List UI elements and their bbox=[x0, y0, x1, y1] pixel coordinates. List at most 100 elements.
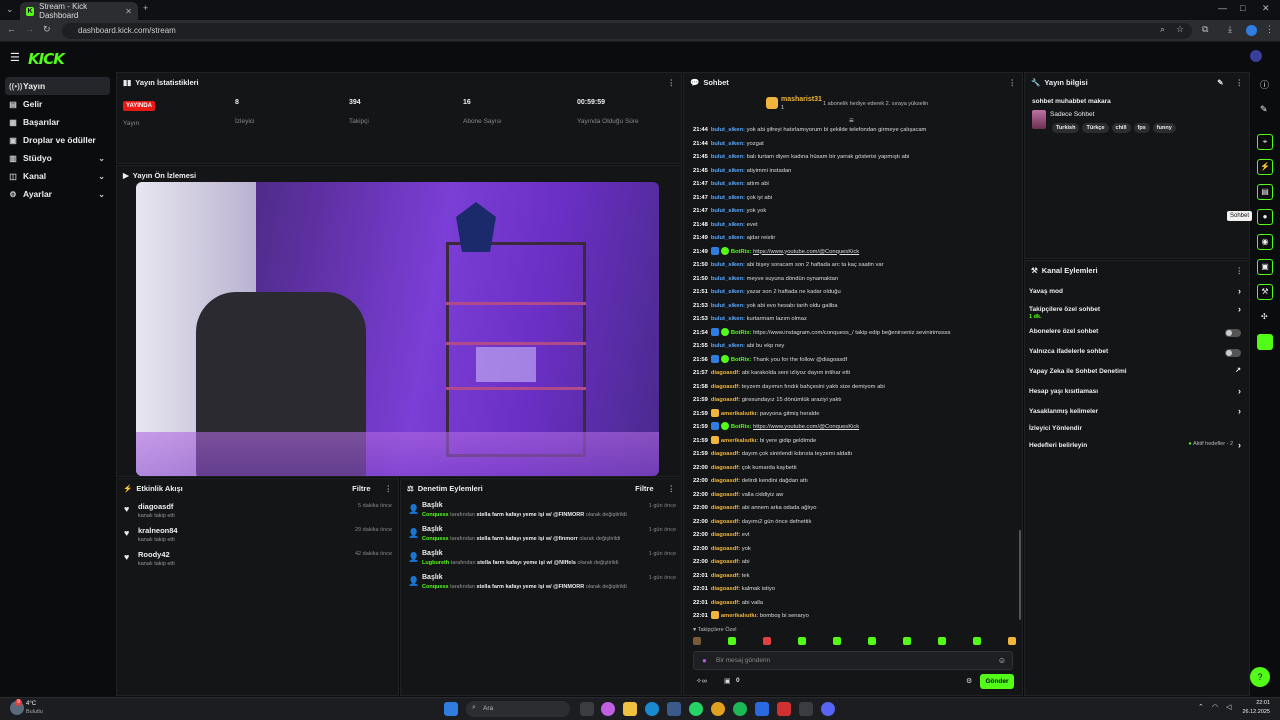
emote-icon[interactable] bbox=[1008, 637, 1016, 645]
emote-icon[interactable] bbox=[833, 637, 841, 645]
sidebar-item-ayarlar[interactable]: ⚙ Ayarlar ⌄ bbox=[5, 185, 110, 203]
discord-icon[interactable] bbox=[821, 702, 835, 716]
info-icon[interactable]: ⓘ bbox=[1260, 78, 1269, 91]
more-options-icon[interactable]: ⋮ bbox=[668, 484, 676, 493]
activity-user[interactable]: kralneon84 bbox=[138, 526, 178, 535]
tab-list-icon[interactable]: ⌄ bbox=[6, 4, 14, 15]
sidebar-item-droplar[interactable]: ▣ Droplar ve ödüller bbox=[5, 131, 110, 149]
windows-start-icon[interactable] bbox=[444, 702, 458, 716]
chat-username[interactable]: BotRix: bbox=[731, 249, 752, 255]
more-options-icon[interactable]: ⋮ bbox=[1009, 78, 1017, 87]
new-tab-icon[interactable]: + bbox=[143, 3, 148, 13]
widget-doc-icon[interactable]: ▤ bbox=[1257, 184, 1273, 200]
filter-button[interactable]: Filtre bbox=[635, 484, 653, 493]
chat-username[interactable]: bulut_siken: bbox=[711, 289, 745, 295]
chat-input-placeholder[interactable]: Bir mesaj gönderin bbox=[716, 657, 770, 664]
more-options-icon[interactable]: ⋮ bbox=[1236, 266, 1244, 275]
help-icon[interactable]: ? bbox=[1250, 667, 1270, 687]
profile-avatar[interactable] bbox=[1246, 25, 1257, 36]
chat-username[interactable]: diagoasdf: bbox=[711, 478, 740, 484]
chat-username[interactable]: diagoasdf: bbox=[711, 505, 740, 511]
close-tab-icon[interactable]: ✕ bbox=[125, 7, 132, 16]
channel-action-item[interactable]: Yasaklanmış kelimeler › bbox=[1029, 406, 1245, 424]
moderator-name[interactable]: Lugbureth bbox=[422, 560, 449, 566]
forward-icon[interactable]: → bbox=[25, 24, 34, 34]
chat-username[interactable]: bulut_siken: bbox=[711, 343, 745, 349]
chat-settings-icon[interactable]: ⚙ bbox=[966, 677, 972, 685]
stream-preview-video[interactable] bbox=[136, 182, 659, 476]
activity-user[interactable]: Roody42 bbox=[138, 550, 170, 559]
chat-username[interactable]: bulut_siken: bbox=[711, 154, 745, 160]
active-widget-icon[interactable] bbox=[1257, 334, 1273, 350]
clock-time[interactable]: 22:01 bbox=[1244, 700, 1270, 706]
more-options-icon[interactable]: ⋮ bbox=[668, 78, 676, 87]
filter-button[interactable]: Filtre bbox=[352, 484, 370, 493]
toggle-switch[interactable] bbox=[1225, 329, 1241, 337]
close-window-icon[interactable]: ✕ bbox=[1262, 3, 1270, 14]
chat-username[interactable]: diagoasdf: bbox=[711, 519, 740, 525]
bookmark-star-icon[interactable]: ☆ bbox=[1176, 24, 1184, 35]
sidebar-item-kanal[interactable]: ◫ Kanal ⌄ bbox=[5, 167, 110, 185]
channel-action-item[interactable]: Hesap yaşı kısıtlaması › bbox=[1029, 386, 1245, 404]
wifi-icon[interactable]: ◠ bbox=[1212, 703, 1218, 711]
emote-icon[interactable] bbox=[938, 637, 946, 645]
chat-username[interactable]: diagoasdf: bbox=[711, 397, 740, 403]
chat-username[interactable]: bulut_siken: bbox=[711, 262, 745, 268]
chat-username[interactable]: diagoasdf: bbox=[711, 451, 740, 457]
more-options-icon[interactable]: ⋮ bbox=[385, 484, 393, 493]
chat-username[interactable]: diagoasdf: bbox=[711, 586, 740, 592]
pinned-user[interactable]: masharist31 bbox=[781, 96, 822, 103]
more-options-icon[interactable]: ⋮ bbox=[1236, 78, 1244, 87]
chat-username[interactable]: bulut_siken: bbox=[711, 303, 745, 309]
app-icon[interactable] bbox=[777, 702, 791, 716]
widget-mod-icon[interactable]: ▣ bbox=[1257, 259, 1273, 275]
channel-action-item[interactable]: Yapay Zeka ile Sohbet Denetimi ↗ bbox=[1029, 366, 1245, 384]
minimize-icon[interactable]: — bbox=[1218, 3, 1227, 13]
extensions-icon[interactable]: ⧉ bbox=[1202, 24, 1208, 35]
channel-action-item[interactable]: Yalnızca ifadelerle sohbet bbox=[1029, 346, 1245, 364]
channel-action-item[interactable]: Hedefleri belirleyin ● Aktif hedefler - 2… bbox=[1029, 440, 1245, 458]
emote-icon[interactable] bbox=[798, 637, 806, 645]
app-icon[interactable] bbox=[799, 702, 813, 716]
chat-username[interactable]: diagoasdf: bbox=[711, 559, 740, 565]
widget-tools-icon[interactable]: ⚒ bbox=[1257, 284, 1273, 300]
reload-icon[interactable]: ↻ bbox=[43, 24, 51, 35]
sidebar-item-yayin[interactable]: ((•)) Yayın bbox=[5, 77, 110, 95]
taskbar-search[interactable]: ⌕ Ara bbox=[466, 701, 570, 717]
tray-chevron-icon[interactable]: ⌃ bbox=[1198, 703, 1204, 711]
task-view-icon[interactable] bbox=[580, 702, 594, 716]
chat-input-box[interactable]: ● Bir mesaj gönderin ☺ bbox=[693, 651, 1013, 670]
chat-username[interactable]: amerikalıutkı: bbox=[721, 613, 758, 619]
sidebar-item-gelir[interactable]: ▤ Gelir bbox=[5, 95, 110, 113]
pencil-icon[interactable]: ✎ bbox=[1260, 104, 1268, 115]
chat-username[interactable]: diagoasdf: bbox=[711, 370, 740, 376]
channel-action-item[interactable]: Abonelere özel sohbet bbox=[1029, 326, 1245, 344]
chat-username[interactable]: bulut_siken: bbox=[711, 316, 745, 322]
maximize-icon[interactable]: □ bbox=[1240, 3, 1245, 13]
widget-activity-icon[interactable]: ⚡ bbox=[1257, 159, 1273, 175]
volume-icon[interactable]: ◁ bbox=[1226, 703, 1231, 711]
chat-username[interactable]: amerikalıutkı: bbox=[721, 438, 758, 444]
emoji-icon[interactable]: ☺ bbox=[998, 656, 1006, 665]
mic-icon[interactable]: ● bbox=[702, 656, 707, 665]
edge-icon[interactable] bbox=[645, 702, 659, 716]
chrome-icon[interactable] bbox=[711, 702, 725, 716]
chat-username[interactable]: BotRix: bbox=[731, 330, 752, 336]
moderator-name[interactable]: Conquess bbox=[422, 536, 449, 542]
chat-username[interactable]: bulut_siken: bbox=[711, 208, 745, 214]
zoom-icon[interactable]: ⌕ bbox=[1160, 24, 1165, 35]
channel-action-item[interactable]: Takipçilere özel sohbet 1 dk. › bbox=[1029, 304, 1245, 322]
clock-date[interactable]: 26.12.2025 bbox=[1234, 709, 1270, 715]
app-icon[interactable] bbox=[755, 702, 769, 716]
copilot-icon[interactable] bbox=[601, 702, 615, 716]
moderator-name[interactable]: Conquess bbox=[422, 584, 449, 590]
user-avatar[interactable] bbox=[1250, 50, 1262, 62]
emote-icon[interactable] bbox=[693, 637, 701, 645]
emote-icon[interactable] bbox=[903, 637, 911, 645]
downloads-icon[interactable]: ⤓ bbox=[1228, 24, 1232, 35]
store-icon[interactable] bbox=[667, 702, 681, 716]
whatsapp-icon[interactable] bbox=[689, 702, 703, 716]
points-icon[interactable]: ▣ bbox=[724, 677, 731, 685]
chat-username[interactable]: diagoasdf: bbox=[711, 465, 740, 471]
hamburger-menu-icon[interactable]: ☰ bbox=[10, 51, 20, 64]
